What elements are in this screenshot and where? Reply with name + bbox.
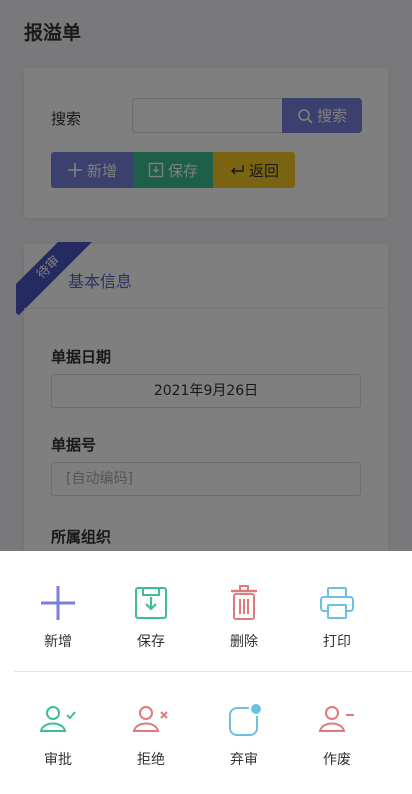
- action-label: 拒绝: [137, 752, 165, 768]
- abandon-review-icon: [229, 702, 263, 736]
- action-sheet: 新增 保存 删除 打印 审批 拒绝 弃审 作废: [0, 551, 412, 794]
- action-label: 删除: [230, 634, 258, 650]
- plus-icon: [41, 586, 75, 620]
- action-label: 审批: [44, 752, 72, 768]
- sheet-divider: [14, 671, 412, 672]
- action-add[interactable]: 新增: [12, 583, 104, 651]
- modal-overlay[interactable]: [0, 0, 412, 551]
- action-save[interactable]: 保存: [105, 583, 197, 651]
- user-check-icon: [39, 706, 76, 732]
- action-delete[interactable]: 删除: [198, 583, 290, 651]
- user-x-icon: [132, 706, 168, 732]
- action-approve[interactable]: 审批: [12, 701, 104, 769]
- action-reject[interactable]: 拒绝: [105, 701, 197, 769]
- action-label: 打印: [323, 634, 351, 650]
- printer-icon: [320, 587, 354, 619]
- action-label: 新增: [44, 634, 72, 650]
- action-label: 作废: [323, 752, 351, 768]
- action-label: 弃审: [230, 752, 258, 768]
- user-minus-icon: [318, 706, 354, 732]
- trash-icon: [231, 585, 257, 620]
- action-print[interactable]: 打印: [291, 583, 383, 651]
- save-icon: [135, 587, 167, 619]
- action-abandon-review[interactable]: 弃审: [198, 701, 290, 769]
- action-void[interactable]: 作废: [291, 701, 383, 769]
- action-label: 保存: [137, 634, 165, 650]
